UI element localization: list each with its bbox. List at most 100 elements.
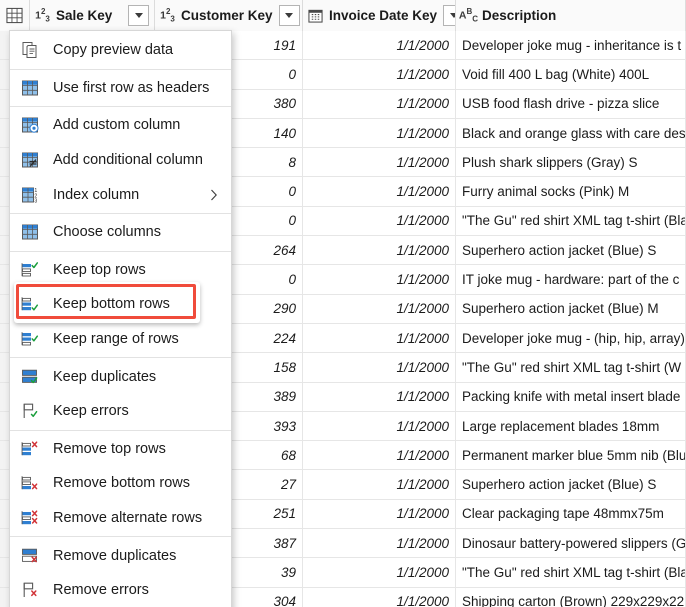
menu-item-copy-preview-data[interactable]: Copy preview data [10, 33, 231, 68]
cell-description[interactable]: Clear packaging tape 48mmx75m [456, 499, 686, 529]
cell-invoice-date-key[interactable]: 1/1/2000 [303, 499, 456, 529]
keep-duplicates-icon [19, 366, 41, 388]
cell-description[interactable]: "The Gu" red shirt XML tag t-shirt (W [456, 353, 686, 382]
cell-description[interactable]: Developer joke mug - (hip, hip, array) [456, 323, 686, 353]
cell-invoice-date-key[interactable]: 1/1/2000 [303, 411, 456, 441]
menu-item-label: Add custom column [53, 117, 181, 134]
menu-item-remove-alternate-rows[interactable]: Remove alternate rows [10, 501, 231, 536]
table-grid-icon [6, 7, 23, 24]
cell-invoice-date-key[interactable]: 1/1/2000 [303, 353, 456, 382]
cell-description[interactable]: USB food flash drive - pizza slice [456, 89, 686, 118]
column-header-sale-key[interactable]: 123 Sale Key [30, 0, 155, 31]
cell-description[interactable]: Black and orange glass with care des [456, 118, 686, 148]
index-column-icon: 123 [19, 184, 41, 206]
grid-header-row: 123 Sale Key 123 Customer Key Invoice Date K… [0, 0, 686, 31]
column-header-description[interactable]: ABC Description [456, 0, 686, 31]
cell-invoice-date-key[interactable]: 1/1/2000 [303, 323, 456, 353]
cell-invoice-date-key[interactable]: 1/1/2000 [303, 118, 456, 148]
cell-invoice-date-key[interactable]: 1/1/2000 [303, 236, 456, 265]
menu-item-label: Keep top rows [53, 261, 146, 278]
cell-invoice-date-key[interactable]: 1/1/2000 [303, 31, 456, 60]
cell-invoice-date-key[interactable]: 1/1/2000 [303, 441, 456, 470]
menu-item-label: Remove alternate rows [53, 510, 203, 527]
cell-description[interactable]: Superhero action jacket (Blue) M [456, 294, 686, 323]
cell-invoice-date-key[interactable]: 1/1/2000 [303, 60, 456, 89]
cell-description[interactable]: Large replacement blades 18mm [456, 411, 686, 441]
cell-description[interactable]: Dinosaur battery-powered slippers (G [456, 529, 686, 558]
add-conditional-column-icon [19, 149, 41, 171]
cell-description[interactable]: "The Gu" red shirt XML tag t-shirt (Bla [456, 206, 686, 236]
menu-item-label: Choose columns [53, 224, 161, 241]
remove-duplicates-icon [19, 545, 41, 567]
menu-item-label: Keep bottom rows [53, 296, 170, 313]
cell-invoice-date-key[interactable]: 1/1/2000 [303, 529, 456, 558]
menu-separator [10, 536, 231, 538]
column-header-label: Customer Key [181, 8, 273, 23]
cell-description[interactable]: Void fill 400 L bag (White) 400L [456, 60, 686, 89]
menu-item-use-first-row-as-headers[interactable]: Use first row as headers [10, 71, 231, 106]
menu-item-label: Add conditional column [53, 152, 203, 169]
remove-bottom-rows-icon [19, 472, 41, 494]
menu-item-keep-range-of-rows[interactable]: Keep range of rows [10, 322, 231, 357]
menu-item-remove-duplicates[interactable]: Remove duplicates [10, 538, 231, 573]
keep-errors-icon [19, 400, 41, 422]
add-custom-column-icon [19, 114, 41, 136]
column-filter-dropdown-customer-key[interactable] [278, 5, 300, 26]
menu-item-add-custom-column[interactable]: Add custom column [10, 108, 231, 143]
menu-item-label: Remove errors [53, 582, 149, 599]
keep-top-rows-icon [19, 259, 41, 281]
menu-item-keep-top-rows[interactable]: Keep top rows [10, 253, 231, 288]
cell-description[interactable]: Permanent marker blue 5mm nib (Blu [456, 441, 686, 470]
column-filter-dropdown-sale-key[interactable] [128, 5, 149, 26]
cell-invoice-date-key[interactable]: 1/1/2000 [303, 206, 456, 236]
cell-description[interactable]: IT joke mug - hardware: part of the c [456, 265, 686, 294]
cell-description[interactable]: Developer joke mug - inheritance is t [456, 31, 686, 60]
menu-item-keep-duplicates[interactable]: Keep duplicates [10, 359, 231, 394]
menu-item-label: Keep range of rows [53, 331, 179, 348]
grid-select-all-cell[interactable] [0, 0, 30, 31]
text-abc-icon: ABC [458, 6, 479, 24]
cell-invoice-date-key[interactable]: 1/1/2000 [303, 177, 456, 206]
table-context-menu[interactable]: Copy preview data Use first row as header… [9, 30, 232, 607]
menu-item-index-column[interactable]: 1 2 3 Index column [10, 177, 231, 212]
calendar-date-icon [307, 7, 324, 24]
cell-invoice-date-key[interactable]: 1/1/2000 [303, 558, 456, 587]
cell-invoice-date-key[interactable]: 1/1/2000 [303, 294, 456, 323]
column-header-label: Description [482, 8, 557, 23]
choose-columns-icon [19, 221, 41, 243]
menu-item-label: Remove duplicates [53, 547, 177, 564]
cell-description[interactable]: "The Gu" red shirt XML tag t-shirt (Bla [456, 558, 686, 587]
cell-invoice-date-key[interactable]: 1/1/2000 [303, 265, 456, 294]
cell-invoice-date-key[interactable]: 1/1/2000 [303, 148, 456, 177]
menu-separator [10, 357, 231, 359]
cell-description[interactable]: Superhero action jacket (Blue) S [456, 470, 686, 499]
cell-description[interactable]: Shipping carton (Brown) 229x229x22 [456, 587, 686, 607]
menu-item-remove-bottom-rows[interactable]: Remove bottom rows [10, 466, 231, 501]
menu-item-label: Use first row as headers [53, 79, 210, 96]
menu-item-add-conditional-column[interactable]: Add conditional column [10, 143, 231, 178]
menu-item-choose-columns[interactable]: Choose columns [10, 215, 231, 250]
chevron-down-icon [285, 13, 294, 18]
cell-description[interactable]: Plush shark slippers (Gray) S [456, 148, 686, 177]
column-filter-dropdown-invoice-date-key[interactable] [443, 5, 455, 26]
column-header-invoice-date-key[interactable]: Invoice Date Key [303, 0, 456, 31]
menu-separator [10, 429, 231, 431]
chevron-right-icon [210, 189, 218, 201]
cell-invoice-date-key[interactable]: 1/1/2000 [303, 470, 456, 499]
menu-item-keep-errors[interactable]: Keep errors [10, 394, 231, 429]
menu-item-keep-bottom-rows[interactable]: Keep bottom rows [10, 284, 231, 322]
use-first-row-as-headers-icon [19, 77, 41, 99]
copy-icon [19, 39, 41, 61]
cell-description[interactable]: Packing knife with metal insert blade [456, 382, 686, 411]
menu-item-remove-top-rows[interactable]: Remove top rows [10, 432, 231, 467]
remove-alternate-rows-icon [19, 507, 41, 529]
cell-invoice-date-key[interactable]: 1/1/2000 [303, 382, 456, 411]
cell-invoice-date-key[interactable]: 1/1/2000 [303, 587, 456, 607]
column-header-customer-key[interactable]: 123 Customer Key [155, 0, 303, 31]
remove-top-rows-icon [19, 438, 41, 460]
number-123-icon: 123 [35, 6, 50, 24]
cell-invoice-date-key[interactable]: 1/1/2000 [303, 89, 456, 118]
cell-description[interactable]: Furry animal socks (Pink) M [456, 177, 686, 206]
cell-description[interactable]: Superhero action jacket (Blue) S [456, 236, 686, 265]
menu-item-remove-errors[interactable]: Remove errors [10, 573, 231, 607]
